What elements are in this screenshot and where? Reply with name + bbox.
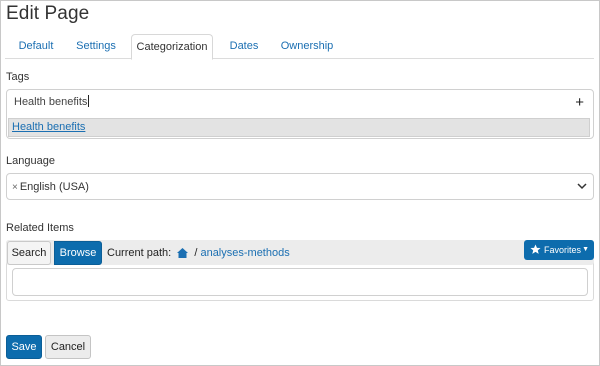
star-icon [530,244,541,254]
tab-settings[interactable]: Settings [68,34,124,59]
tab-ownership[interactable]: Ownership [276,34,338,59]
search-mode-button[interactable]: Search [7,241,51,265]
current-path: Current path: / analyses-methods [107,247,290,259]
tags-label: Tags [6,71,30,83]
related-items-label: Related Items [6,222,74,234]
tag-suggestion-dropdown: Health benefits [8,118,590,137]
favorites-button[interactable]: Favorites ▼ [524,240,594,260]
home-icon[interactable] [177,248,189,258]
tab-default[interactable]: Default [11,34,61,59]
tab-categorization[interactable]: Categorization [131,34,213,60]
tag-suggestion-item[interactable]: Health benefits [12,121,85,133]
remove-language-icon[interactable]: × [12,182,18,193]
related-items-input[interactable] [12,268,588,296]
language-select[interactable]: × English (USA) [6,173,594,200]
chevron-down-icon[interactable] [577,181,587,191]
path-separator: / [194,247,198,259]
cancel-button[interactable]: Cancel [45,335,91,359]
caret-down-icon: ▼ [582,246,589,253]
browse-mode-button[interactable]: Browse [54,241,102,265]
page-title: Edit Page [6,3,90,24]
language-label: Language [6,155,55,167]
tab-dates[interactable]: Dates [225,34,263,59]
tags-input-value: Health benefits [14,96,88,108]
language-selected: English (USA) [19,181,89,193]
language-chip: × English (USA) [12,181,89,193]
plus-icon[interactable]: + [575,94,584,111]
save-button[interactable]: Save [6,335,42,359]
path-link-analyses-methods[interactable]: analyses-methods [200,247,289,259]
tab-bar: Default Settings Categorization Dates Ow… [5,34,594,60]
favorites-label: Favorites [544,245,582,255]
current-path-label: Current path: [107,247,172,259]
text-caret [88,95,90,107]
tags-input[interactable]: Health benefits [14,95,90,108]
